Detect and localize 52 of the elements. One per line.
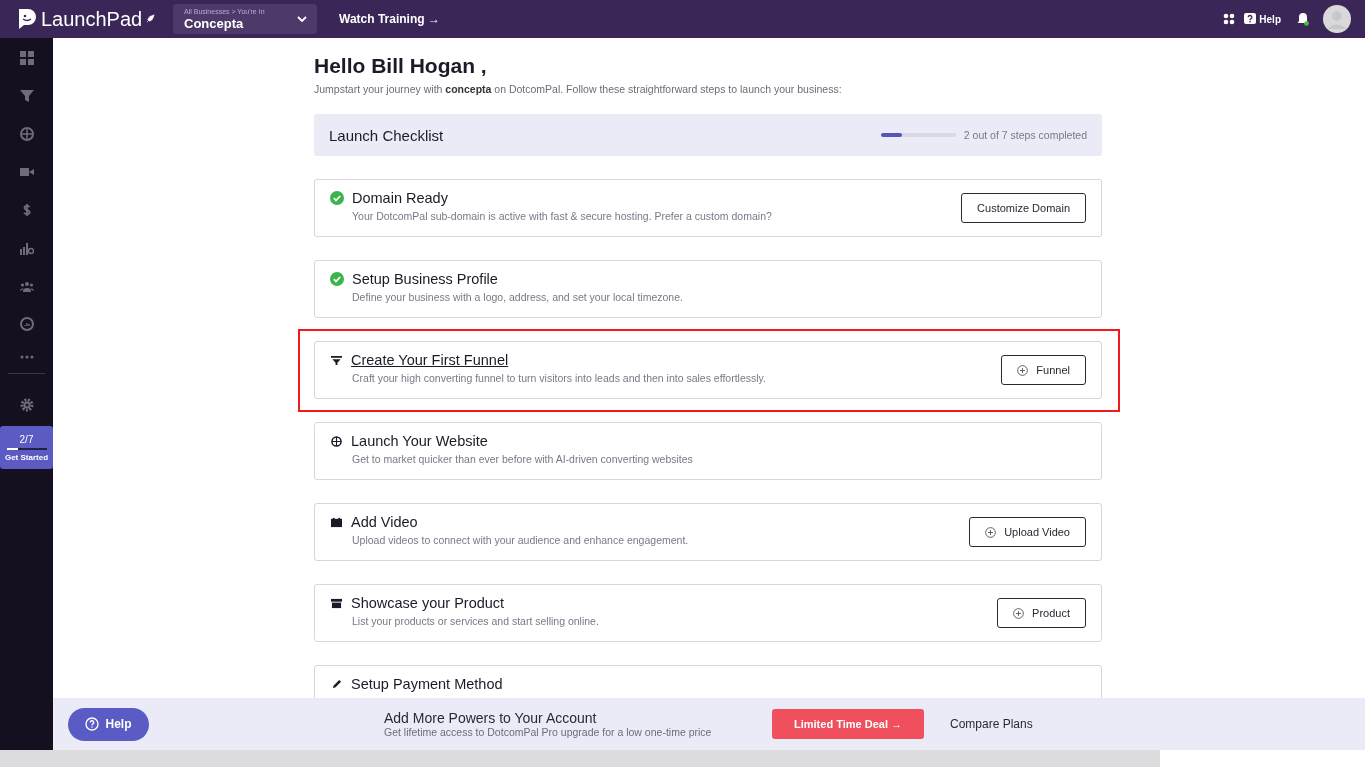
greeting-title: Hello Bill Hogan , (314, 54, 488, 78)
scrollbar[interactable] (0, 750, 1160, 767)
step-title[interactable]: Create Your First Funnel (351, 352, 509, 368)
apps-grid-icon[interactable] (1223, 13, 1236, 25)
step-description: Your DotcomPal sub-domain is active with fast & secure hosting. Prefer a custom domain? (352, 210, 773, 222)
step-description: Define your business with a logo, address, and set your local timezone. (352, 291, 684, 303)
promo-subtitle: Get lifetime access to DotcomPal Pro upgrade for a low one-time price (384, 726, 713, 738)
watch-training-link[interactable]: Watch Training → (339, 12, 440, 26)
get-started-label: Get Started (4, 452, 49, 462)
step-title: Showcase your Product (351, 595, 505, 611)
chevron-down-icon (297, 16, 307, 22)
bell-icon[interactable] (1297, 12, 1309, 26)
plus-circle-icon (1013, 607, 1025, 619)
settings-icon[interactable] (19, 398, 34, 412)
step-title: Setup Payment Method (351, 676, 503, 692)
checklist-title: Launch Checklist (329, 126, 445, 144)
globe-icon[interactable] (19, 127, 34, 141)
help-link[interactable]: Help (1244, 13, 1281, 25)
promo-title: Add More Powers to Your Account (384, 710, 598, 726)
people-icon[interactable] (19, 279, 34, 293)
progress-count: 2/7 (19, 433, 34, 445)
app-logo[interactable]: LaunchPad (41, 7, 143, 31)
more-icon[interactable] (19, 355, 34, 359)
get-started-progress-button[interactable]: 2/7 Get Started (0, 426, 53, 469)
step-description: Get to market quicker than ever before with AI-driven converting websites (352, 453, 694, 465)
funnel-icon[interactable] (19, 89, 34, 103)
step-title: Domain Ready (352, 190, 448, 206)
step-description: List your products or services and start selling online. (352, 615, 600, 627)
step-action-button[interactable]: Funnel (1001, 355, 1086, 385)
step-description: Upload videos to connect with your audience and enhance engagement. (352, 534, 690, 546)
step-action-button[interactable]: Customize Domain (961, 193, 1086, 223)
avatar-icon[interactable] (1323, 5, 1351, 33)
bar-chart-icon[interactable] (19, 241, 34, 255)
help-button[interactable]: Help (68, 707, 149, 741)
greeting-subtitle: Jumpstart your journey with concepta on DotcomPal. Follow these straightforward steps to launch your business: (314, 83, 843, 95)
step-title: Launch Your Website (351, 433, 488, 449)
gauge-icon[interactable] (19, 317, 34, 331)
progress-status: 2 out of 7 steps completed (963, 129, 1087, 141)
chat-bubble-logo-icon (17, 8, 37, 30)
question-icon (1244, 13, 1257, 25)
limited-time-deal-button[interactable]: Limited Time Deal → (772, 709, 924, 739)
plus-circle-icon (985, 526, 997, 538)
plus-circle-icon (1017, 364, 1029, 376)
step-action-button[interactable]: Product (997, 598, 1086, 628)
step-title: Setup Business Profile (352, 271, 498, 287)
dashboard-icon[interactable] (19, 51, 34, 65)
compare-plans-link[interactable]: Compare Plans (950, 717, 1033, 731)
question-circle-icon (85, 717, 100, 731)
video-camera-icon[interactable] (19, 165, 34, 179)
step-description: Craft your high converting funnel to turn visitors into leads and then into sales effortlessly. (352, 372, 767, 384)
step-title: Add Video (351, 514, 418, 530)
step-action-button[interactable]: Upload Video (969, 517, 1086, 547)
